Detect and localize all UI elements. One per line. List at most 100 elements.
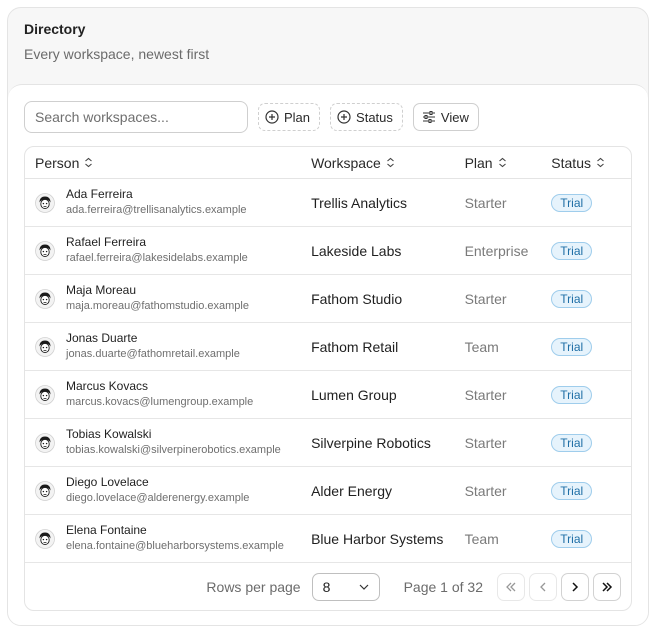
status-cell: Trial	[541, 193, 631, 212]
directory-card: Directory Every workspace, newest first …	[7, 7, 649, 626]
workspace-cell: Trellis Analytics	[311, 194, 408, 211]
plan-cell: Starter	[464, 194, 507, 211]
cartoon-avatar-icon	[35, 288, 55, 309]
plan-filter-label: Plan	[284, 109, 311, 125]
table-row[interactable]: Ada Ferreira ada.ferreira@trellisanalytic…	[25, 179, 631, 227]
cartoon-avatar-icon	[35, 528, 55, 549]
chevrons-left-icon	[506, 582, 516, 592]
search-input[interactable]	[24, 101, 248, 133]
status-cell: Trial	[541, 433, 631, 452]
person-info: Rafael Ferreira rafael.ferreira@lakesidel…	[66, 235, 248, 266]
person-email: marcus.kovacs@lumengroup.example	[66, 396, 254, 408]
column-header-label: Person	[35, 154, 80, 171]
chevron-down-icon	[359, 584, 369, 590]
first-page-button[interactable]	[497, 573, 525, 601]
person-email: maja.moreau@fathomstudio.example	[66, 300, 249, 312]
table-row[interactable]: Marcus Kovacs marcus.kovacs@lumengroup.ex…	[25, 371, 631, 419]
status-filter-label: Status	[356, 109, 393, 125]
person-email: elena.fontaine@blueharborsystems.example	[66, 540, 284, 552]
person-cell: Maja Moreau maja.moreau@fathomstudio.exam…	[25, 283, 301, 314]
plan-cell: Starter	[464, 386, 507, 403]
person-name: Ada Ferreira	[66, 187, 133, 201]
workspace-cell: Alder Energy	[311, 482, 392, 499]
cartoon-avatar-icon	[35, 432, 55, 453]
cartoon-avatar-icon	[35, 384, 55, 405]
status-cell: Trial	[541, 241, 631, 260]
table-row[interactable]: Tobias Kowalski tobias.kowalski@silverpin…	[25, 419, 631, 467]
workspace-cell: Lumen Group	[311, 386, 397, 403]
chevron-left-icon	[540, 582, 546, 592]
chevron-up-down-icon	[498, 157, 506, 168]
column-header-status[interactable]: Status	[541, 147, 631, 178]
person-cell: Rafael Ferreira rafael.ferreira@lakesidel…	[25, 235, 301, 266]
page-title: Directory	[24, 21, 86, 37]
last-page-button[interactable]	[593, 573, 621, 601]
plan-cell: Team	[464, 530, 499, 547]
column-header-plan[interactable]: Plan	[455, 147, 542, 178]
table-row[interactable]: Maja Moreau maja.moreau@fathomstudio.exam…	[25, 275, 631, 323]
person-info: Ada Ferreira ada.ferreira@trellisanalytic…	[66, 187, 247, 218]
person-cell: Marcus Kovacs marcus.kovacs@lumengroup.ex…	[25, 379, 301, 410]
table-row[interactable]: Jonas Duarte jonas.duarte@fathomretail.ex…	[25, 323, 631, 371]
plus-circle-icon	[265, 110, 279, 124]
sliders-icon	[422, 111, 435, 123]
workspace-table: Person Workspace Plan Status Ada Ferreir…	[24, 146, 632, 611]
page-info: Page 1 of 32	[403, 579, 483, 595]
status-cell: Trial	[541, 385, 631, 404]
table-header: Person Workspace Plan Status	[25, 147, 631, 179]
table-row[interactable]: Diego Lovelace diego.lovelace@alderenergy…	[25, 467, 631, 515]
table-row[interactable]: Elena Fontaine elena.fontaine@blueharbors…	[25, 515, 631, 563]
status-badge: Trial	[551, 289, 593, 308]
person-email: rafael.ferreira@lakesidelabs.example	[66, 252, 248, 264]
status-badge: Trial	[551, 241, 593, 260]
plus-circle-icon	[337, 110, 351, 124]
status-badge: Trial	[551, 337, 593, 356]
column-header-label: Plan	[464, 154, 493, 171]
person-cell: Ada Ferreira ada.ferreira@trellisanalytic…	[25, 187, 301, 218]
workspace-cell: Fathom Retail	[311, 338, 399, 355]
plan-filter-button[interactable]: Plan	[258, 103, 321, 131]
status-cell: Trial	[541, 289, 631, 308]
person-info: Diego Lovelace diego.lovelace@alderenergy…	[66, 475, 249, 506]
status-cell: Trial	[541, 529, 631, 548]
person-email: tobias.kowalski@silverpinerobotics.examp…	[66, 444, 281, 456]
person-name: Jonas Duarte	[66, 331, 138, 345]
pagination-bar: Rows per page 8 Page 1 of 32	[25, 563, 631, 610]
next-page-button[interactable]	[561, 573, 589, 601]
person-cell: Jonas Duarte jonas.duarte@fathomretail.ex…	[25, 331, 301, 362]
status-filter-button[interactable]: Status	[330, 103, 403, 131]
workspace-cell: Blue Harbor Systems	[311, 530, 444, 547]
person-name: Maja Moreau	[66, 283, 137, 297]
cartoon-avatar-icon	[35, 480, 55, 501]
plan-cell: Starter	[464, 482, 507, 499]
person-info: Jonas Duarte jonas.duarte@fathomretail.ex…	[66, 331, 240, 362]
status-badge: Trial	[551, 385, 593, 404]
status-badge: Trial	[551, 529, 593, 548]
page-subtitle: Every workspace, newest first	[24, 46, 210, 62]
cartoon-avatar-icon	[35, 336, 55, 357]
status-cell: Trial	[541, 481, 631, 500]
status-cell: Trial	[541, 337, 631, 356]
view-button[interactable]: View	[412, 103, 479, 131]
status-badge: Trial	[551, 481, 593, 500]
column-header-label: Workspace	[311, 154, 381, 171]
rows-per-page-value: 8	[322, 579, 331, 595]
workspace-cell: Lakeside Labs	[311, 242, 402, 259]
rows-per-page-select[interactable]: 8	[311, 573, 380, 601]
status-badge: Trial	[551, 433, 593, 452]
table-row[interactable]: Rafael Ferreira rafael.ferreira@lakesidel…	[25, 227, 631, 275]
card-header: Directory Every workspace, newest first	[8, 8, 648, 84]
person-info: Marcus Kovacs marcus.kovacs@lumengroup.ex…	[66, 379, 253, 410]
view-button-label: View	[440, 109, 469, 125]
person-info: Elena Fontaine elena.fontaine@blueharbors…	[66, 523, 284, 554]
person-email: ada.ferreira@trellisanalytics.example	[66, 204, 247, 216]
person-cell: Diego Lovelace diego.lovelace@alderenergy…	[25, 475, 301, 506]
column-header-person[interactable]: Person	[25, 147, 301, 178]
person-name: Tobias Kowalski	[66, 427, 152, 441]
workspace-cell: Silverpine Robotics	[311, 434, 431, 451]
plan-cell: Enterprise	[464, 242, 529, 259]
column-header-workspace[interactable]: Workspace	[301, 147, 455, 178]
prev-page-button[interactable]	[529, 573, 557, 601]
chevron-up-down-icon	[386, 157, 394, 168]
person-cell: Tobias Kowalski tobias.kowalski@silverpin…	[25, 427, 301, 458]
